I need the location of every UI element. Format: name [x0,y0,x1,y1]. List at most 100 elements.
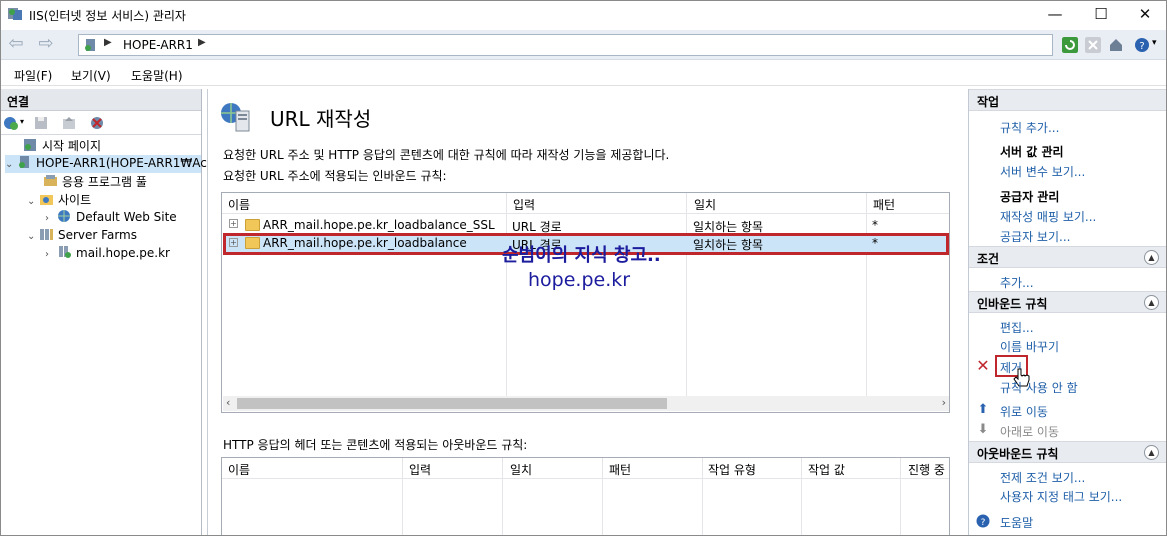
connections-toolbar: ▾ [1,111,201,135]
column-header-name[interactable]: 이름 [228,196,250,213]
collapse-chevron-up-icon[interactable]: ▲ [1144,295,1159,310]
view-providers-link[interactable]: 공급자 보기... [1000,228,1070,245]
column-header-action-value[interactable]: 작업 값 [808,461,845,478]
rule-pattern-cell: * [872,218,878,232]
horizontal-scrollbar[interactable]: ‹ › [223,396,949,411]
server-farm-icon [59,246,71,258]
inbound-rule-row[interactable]: + ARR_mail.hope.pe.kr_loadbalance_SSL UR… [223,216,949,234]
tree-item-server[interactable]: ⌄ HOPE-ARR1(HOPE-ARR1₩Ac [5,155,207,173]
column-header-name[interactable]: 이름 [228,461,250,478]
stop-icon[interactable] [1085,37,1101,53]
column-header-action-type[interactable]: 작업 유형 [708,461,756,478]
move-up-link[interactable]: 위로 이동 [1000,403,1048,420]
expand-chevron-icon[interactable]: › [45,249,57,260]
server-icon [85,39,95,51]
collapse-chevron-icon[interactable]: ⌄ [27,231,39,242]
folder-icon [245,237,260,249]
column-header-pattern[interactable]: 패턴 [609,461,631,478]
collapse-chevron-up-icon[interactable]: ▲ [1144,250,1159,265]
collapse-chevron-up-icon[interactable]: ▲ [1144,445,1159,460]
outbound-header-label: 아웃바운드 규칙 [977,447,1059,461]
connections-header: 연결 [1,89,201,111]
arrow-down-icon[interactable]: ⬇ [976,423,990,437]
help-icon[interactable]: ? [1134,37,1150,53]
back-arrow-icon[interactable]: ⇦ [5,34,27,56]
home-icon[interactable] [1108,37,1124,53]
app-pool-icon [44,175,57,186]
rule-pattern-cell: * [872,236,878,250]
actions-panel: 작업 규칙 추가... 서버 값 관리 서버 변수 보기... 공급자 관리 재… [968,89,1166,535]
column-header-match[interactable]: 일치 [510,461,532,478]
help-link[interactable]: 도움말 [1000,514,1033,531]
move-down-link[interactable]: 아래로 이동 [1000,423,1059,440]
collapse-chevron-icon[interactable]: ⌄ [27,196,39,207]
outbound-rules-grid[interactable]: 이름 입력 일치 패턴 작업 유형 작업 값 진행 중 [221,457,950,535]
expand-chevron-icon[interactable]: › [45,213,57,224]
connect-icon[interactable] [3,115,19,131]
disable-rule-link[interactable]: 규칙 사용 안 함 [1000,379,1078,396]
tree-item-app-pools[interactable]: 응용 프로그램 풀 [43,173,147,191]
column-divider [801,458,802,535]
column-header-input[interactable]: 입력 [409,461,431,478]
column-header-in-progress[interactable]: 진행 중 [908,461,945,478]
inbound-rules-section-header[interactable]: 인바운드 규칙 ▲ [969,291,1166,313]
feature-description: 요청한 URL 주소 및 HTTP 응답의 콘텐츠에 대한 규칙에 따라 재작성… [223,148,670,162]
help-dropdown-icon[interactable]: ▾ [1152,38,1157,48]
view-custom-tags-link[interactable]: 사용자 지정 태그 보기... [1000,488,1122,505]
connect-dropdown-icon[interactable]: ▾ [20,117,24,126]
view-rewrite-maps-link[interactable]: 재작성 매핑 보기... [1000,208,1096,225]
minimize-button[interactable]: — [1032,1,1078,28]
server-icon [19,156,29,168]
view-server-variables-link[interactable]: 서버 변수 보기... [1000,163,1085,180]
tree-item-server-farms[interactable]: ⌄ Server Farms [27,227,137,245]
column-header-pattern[interactable]: 패턴 [873,196,895,213]
scrollbar-thumb[interactable] [237,398,667,409]
rule-name-cell: ARR_mail.hope.pe.kr_loadbalance_SSL [245,218,495,232]
edit-rule-link[interactable]: 편집... [1000,319,1034,336]
up-level-icon[interactable] [61,115,77,131]
iis-app-icon [8,8,22,20]
help-icon[interactable]: ? [976,514,990,528]
collapse-chevron-icon[interactable]: ⌄ [5,159,17,170]
outbound-rules-section-header[interactable]: 아웃바운드 규칙 ▲ [969,441,1166,463]
inbound-rules-grid[interactable]: 이름 입력 일치 패턴 + ARR_mail.hope.pe.kr_loadba… [221,192,950,413]
forward-arrow-icon[interactable]: ⇨ [35,34,57,56]
svg-text:?: ? [1139,41,1144,52]
tree-item-mail-farm[interactable]: › mail.hope.pe.kr [45,245,170,263]
rename-rule-link[interactable]: 이름 바꾸기 [1000,338,1059,355]
add-condition-link[interactable]: 추가... [1000,274,1034,291]
add-rule-link[interactable]: 규칙 추가... [1000,119,1059,136]
close-button[interactable]: ✕ [1122,1,1166,28]
tree-item-sites[interactable]: ⌄ 사이트 [27,191,91,209]
chevron-right-icon[interactable]: ▶ [104,37,112,48]
arrow-up-icon[interactable]: ⬆ [976,403,990,417]
menu-help[interactable]: 도움말(H) [131,67,183,84]
refresh-icon[interactable] [1062,37,1078,53]
expand-plus-icon[interactable]: + [229,238,238,247]
svg-text:?: ? [981,518,986,528]
save-icon[interactable] [33,115,49,131]
chevron-right-icon[interactable]: ▶ [198,37,206,48]
outbound-rules-label: HTTP 응답의 헤더 또는 콘텐츠에 적용되는 아웃바운드 규칙: [223,438,528,452]
maximize-button[interactable]: ☐ [1078,1,1124,28]
menu-view[interactable]: 보기(V) [71,67,111,84]
disconnect-icon[interactable] [89,115,105,131]
inbound-grid-header: 이름 입력 일치 패턴 [222,193,949,214]
delete-x-icon[interactable]: ✕ [976,358,990,374]
url-rewrite-icon [221,103,250,132]
title-bar: IIS(인터넷 정보 서비스) 관리자 — ☐ ✕ [1,1,1166,28]
scroll-right-icon[interactable]: › [942,396,946,409]
column-header-input[interactable]: 입력 [513,196,535,213]
menu-file[interactable]: 파일(F) [14,67,52,84]
column-header-match[interactable]: 일치 [694,196,716,213]
tree-item-start-page[interactable]: 시작 페이지 [23,137,101,155]
scroll-left-icon[interactable]: ‹ [226,396,230,409]
conditions-section-header[interactable]: 조건 ▲ [969,246,1166,268]
watermark-text: 순범이의 지식 창고.. [502,245,661,266]
address-field[interactable]: ▶ HOPE-ARR1 ▶ [78,34,1053,56]
breadcrumb-server[interactable]: HOPE-ARR1 [123,38,193,52]
expand-plus-icon[interactable]: + [229,219,238,228]
view-preconditions-link[interactable]: 전제 조건 보기... [1000,469,1085,486]
tree-item-default-web-site[interactable]: › Default Web Site [45,209,177,227]
column-divider [602,458,603,535]
